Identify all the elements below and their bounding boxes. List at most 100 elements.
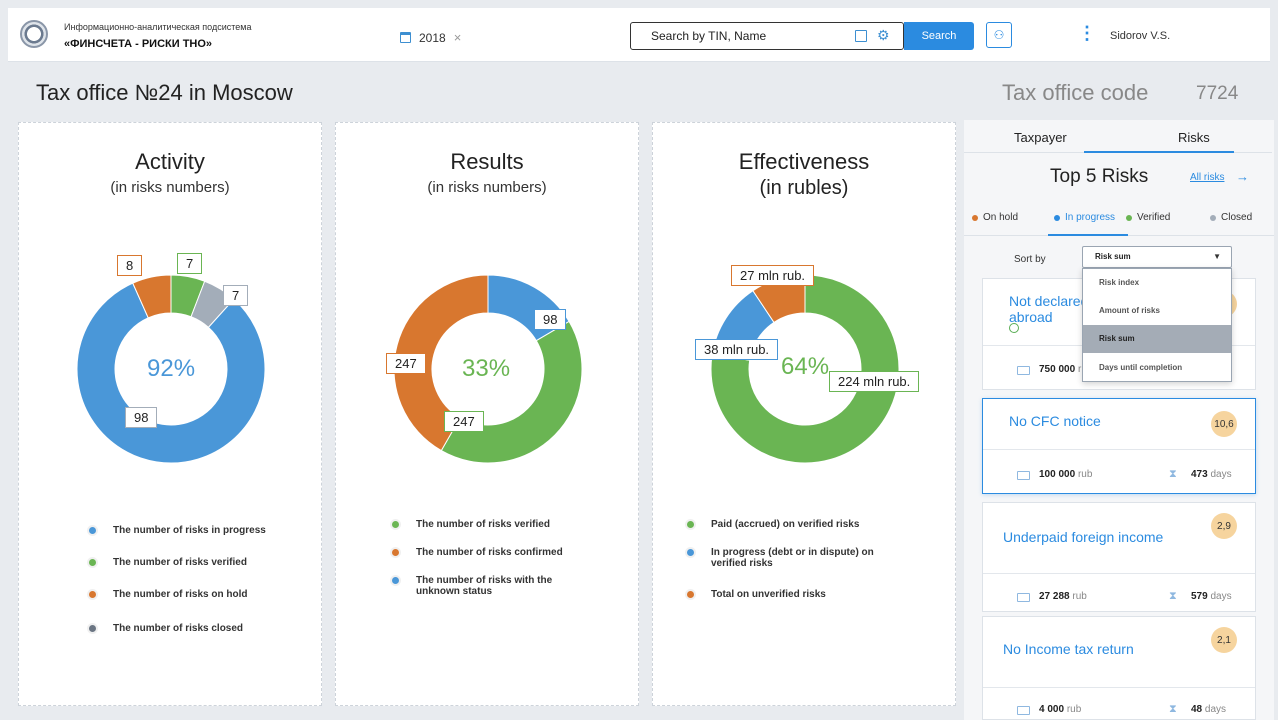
callout-in-progress: 38 mln rub. <box>695 339 779 360</box>
status-closed[interactable]: Closed <box>1210 212 1252 223</box>
legend-label: The number of risks verified <box>416 519 550 530</box>
sort-select[interactable]: Risk sum ▼ <box>1082 246 1232 268</box>
legend-label: Total on unverified risks <box>711 589 826 600</box>
page-title: Tax office №24 in Moscow <box>36 80 293 105</box>
check-icon <box>1009 323 1019 333</box>
legend-item: The number of risks closed <box>89 623 243 634</box>
divider <box>983 449 1255 450</box>
risk-amount: 100 000 rub <box>1039 469 1092 480</box>
center-percent: 33% <box>462 355 511 382</box>
money-icon <box>1017 366 1030 375</box>
panel-heading: Top 5 Risks <box>1050 166 1149 187</box>
legend-item: In progress (debt or in dispute) on veri… <box>687 547 907 569</box>
risk-amount: 4 000 rub <box>1039 704 1081 715</box>
tab-taxpayer[interactable]: Taxpayer <box>1014 130 1067 145</box>
search-input[interactable]: Search by TIN, Name ⚙ <box>630 22 904 50</box>
legend-item: The number of risks in progress <box>89 525 266 536</box>
hourglass-icon: ⧗ <box>1169 468 1177 480</box>
days-value: 48 <box>1191 704 1203 715</box>
legend-item: Paid (accrued) on verified risks <box>687 519 859 530</box>
status-verified[interactable]: Verified <box>1126 212 1170 223</box>
risk-card[interactable]: No CFC notice 10,6 100 000 rub ⧗ 473 day… <box>982 398 1256 494</box>
active-status-indicator <box>1048 234 1128 236</box>
year-filter[interactable]: 2018 × <box>400 30 461 45</box>
status-on-hold[interactable]: On hold <box>972 212 1018 223</box>
sort-option-selected[interactable]: Risk sum <box>1083 325 1231 353</box>
risk-index-badge: 2,9 <box>1211 513 1237 539</box>
status-label: On hold <box>983 212 1019 223</box>
sort-dropdown: Risk index Amount of risks Risk sum Days… <box>1082 268 1232 382</box>
risk-amount: 27 288 rub <box>1039 591 1087 602</box>
callout-unverified: 27 mln rub. <box>731 265 815 286</box>
risk-days: 48 days <box>1191 704 1226 715</box>
center-percent: 64% <box>781 353 830 380</box>
all-risks-link[interactable]: All risks <box>1190 172 1224 183</box>
status-dot <box>1210 214 1216 221</box>
amount-unit: r <box>1077 364 1082 375</box>
divider <box>983 687 1255 688</box>
risk-card[interactable]: Underpaid foreign income 2,9 27 288 rub … <box>982 502 1256 612</box>
tab-risks[interactable]: Risks <box>1178 130 1210 145</box>
callout-closed: 7 <box>223 285 249 306</box>
sort-option[interactable]: Days until completion <box>1083 354 1231 382</box>
people-icon: ⚇ <box>993 28 1005 42</box>
risk-title[interactable]: Not declared abroad <box>1009 293 1089 325</box>
legend-dot <box>687 591 694 598</box>
legend-label: Paid (accrued) on verified risks <box>711 519 860 530</box>
sort-value: Risk sum <box>1095 252 1131 261</box>
active-tab-indicator <box>1084 151 1234 153</box>
legend-item: The number of risks verified <box>392 519 550 530</box>
activity-donut-chart <box>76 274 266 464</box>
risk-amount: 750 000 r <box>1039 364 1081 375</box>
arrow-right-icon[interactable]: → <box>1236 169 1249 184</box>
effectiveness-donut-chart <box>710 274 900 464</box>
effectiveness-card: Effectiveness (in rubles) 64% 27 mln rub… <box>652 122 956 706</box>
legend-label: The number of risks in progress <box>113 525 266 536</box>
gear-icon[interactable]: ⚙ <box>877 28 890 42</box>
status-label: In progress <box>1065 212 1116 223</box>
activity-card: Activity (in risks numbers) 92% 8 7 7 98… <box>18 122 322 706</box>
risk-card[interactable]: No Income tax return 2,1 4 000 rub ⧗ 48 … <box>982 616 1256 720</box>
legend-dot <box>89 625 96 632</box>
risk-title[interactable]: No Income tax return <box>1003 641 1134 657</box>
more-menu-icon[interactable]: ⋮ <box>1078 24 1096 42</box>
filter-icon[interactable] <box>855 30 867 42</box>
brand-subtitle: Информационно-аналитическая подсистема <box>64 22 252 32</box>
callout-confirmed: 247 <box>386 353 426 374</box>
callout-in-progress: 98 <box>125 407 158 428</box>
status-label: Verified <box>1137 212 1171 223</box>
days-value: 473 <box>1191 469 1208 480</box>
legend-dot <box>687 549 694 556</box>
taxpayers-button[interactable]: ⚇ <box>986 22 1012 48</box>
risks-panel: Taxpayer Risks Top 5 Risks All risks → O… <box>964 120 1274 720</box>
status-dot <box>1054 214 1060 221</box>
results-card: Results (in risks numbers) 33% 98 247 24… <box>335 122 639 706</box>
money-icon <box>1017 706 1030 715</box>
days-unit: days <box>1210 591 1232 602</box>
risk-title[interactable]: No CFC notice <box>1009 413 1101 429</box>
legend-label: The number of risks on hold <box>113 589 248 600</box>
divider <box>983 573 1255 574</box>
legend-item: Total on unverified risks <box>687 589 826 600</box>
calendar-icon <box>400 32 411 43</box>
money-icon <box>1017 593 1030 602</box>
results-donut-chart <box>393 274 583 464</box>
user-name[interactable]: Sidorov V.S. <box>1110 30 1170 42</box>
center-percent: 92% <box>147 355 196 382</box>
sort-option[interactable]: Risk index <box>1083 269 1231 297</box>
risk-title[interactable]: Underpaid foreign income <box>1003 529 1163 545</box>
amount-value: 750 000 <box>1039 364 1076 375</box>
legend-dot <box>687 521 694 528</box>
status-in-progress[interactable]: In progress <box>1054 212 1115 223</box>
sort-option[interactable]: Amount of risks <box>1083 297 1231 325</box>
clear-year-icon[interactable]: × <box>454 30 462 45</box>
amount-unit: rub <box>1066 704 1082 715</box>
search-button[interactable]: Search <box>904 22 974 50</box>
hourglass-icon: ⧗ <box>1169 703 1177 715</box>
amount-value: 27 288 <box>1039 591 1070 602</box>
emblem-logo <box>20 20 48 48</box>
callout-unknown: 98 <box>534 309 567 330</box>
amount-unit: rub <box>1072 591 1087 602</box>
risk-days: 579 days <box>1191 591 1232 602</box>
legend-dot <box>89 559 96 566</box>
